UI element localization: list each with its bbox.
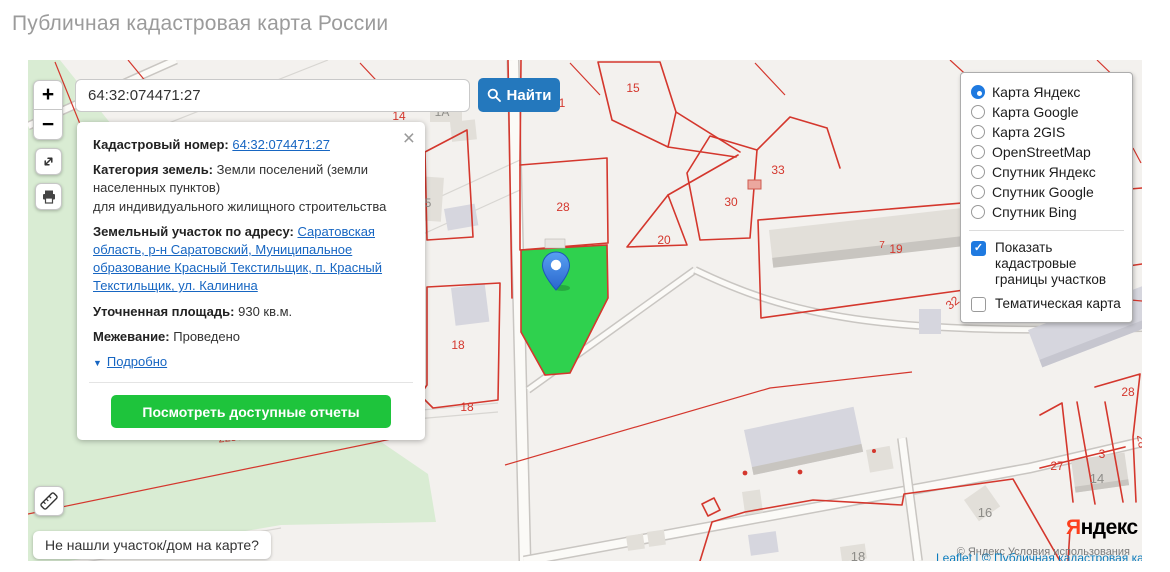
layer-options: Карта Яндекс Карта Google Карта 2GIS OpenSt… <box>971 82 1122 222</box>
radio-icon[interactable] <box>971 105 985 119</box>
layer-option-label: Карта Яндекс <box>992 84 1081 100</box>
radio-icon[interactable] <box>971 205 985 219</box>
radio-icon[interactable] <box>971 185 985 199</box>
layer-option-label: Спутник Bing <box>992 204 1077 220</box>
parcel-label: 15 <box>626 81 640 95</box>
yandex-logo-rest: ндекс <box>1080 516 1139 539</box>
measure-tool-button[interactable] <box>34 486 64 516</box>
checkbox-icon[interactable]: ✓ <box>971 241 986 256</box>
area-value: 930 кв.м. <box>238 303 293 319</box>
printer-icon <box>42 190 55 204</box>
parcel-label: 33 <box>771 163 785 177</box>
parcel-label: 30 <box>724 195 738 209</box>
layer-checkbox[interactable]: ✓ Показать кадастровые границы участков <box>971 240 1122 288</box>
yandex-logo[interactable]: Яндекс <box>1066 516 1138 540</box>
search-button-label: Найти <box>506 86 552 104</box>
parcel-label: 3 <box>1099 447 1106 461</box>
parcel-label: 27 <box>1050 459 1064 473</box>
ruler-icon <box>40 492 58 510</box>
zoom-controls: + − <box>33 80 63 140</box>
parcel-label: 7 <box>879 240 885 251</box>
search-input[interactable] <box>75 79 470 112</box>
layer-option[interactable]: Карта 2GIS <box>971 122 1122 142</box>
not-found-prompt[interactable]: Не нашли участок/дом на карте? <box>33 531 271 559</box>
building-label: 14 <box>1090 471 1104 486</box>
survey-label: Межевание: <box>93 328 170 344</box>
building-label: 18 <box>851 549 865 561</box>
zoom-out-button[interactable]: − <box>33 110 63 140</box>
parcel-label: 28 <box>1121 385 1135 399</box>
parcel-label: 28 <box>556 200 570 214</box>
small-building <box>544 238 566 249</box>
parcel-label: 19 <box>889 242 903 256</box>
view-reports-button[interactable]: Посмотреть доступные отчеты <box>111 395 391 429</box>
radio-icon[interactable] <box>971 145 985 159</box>
expand-icon <box>44 157 53 166</box>
building-label: 16 <box>978 505 992 520</box>
cadastral-number-label: Кадастровый номер: <box>93 137 229 152</box>
parcel-info-popup: × Кадастровый номер: 64:32:074471:27 Кат… <box>77 122 425 441</box>
chevron-down-icon: ▼ <box>93 357 102 368</box>
search-button[interactable]: Найти <box>478 78 560 112</box>
checkbox-label: Тематическая карта <box>995 295 1121 311</box>
popup-divider <box>89 382 413 384</box>
survey-value: Проведено <box>173 328 240 344</box>
print-button[interactable] <box>35 183 62 210</box>
layer-checkbox[interactable]: Тематическая карта <box>971 296 1122 312</box>
leaflet-attribution[interactable]: Leaflet | © Публичная кадастровая карта … <box>936 551 1142 561</box>
checkbox-label: Показать кадастровые границы участков <box>995 240 1107 287</box>
layer-option[interactable]: Карта Google <box>971 102 1122 122</box>
layer-option[interactable]: Карта Яндекс <box>971 82 1122 102</box>
building-label: 5 <box>425 196 432 210</box>
address-label: Земельный участок по адресу: <box>93 223 294 239</box>
checkbox-icon[interactable] <box>971 296 986 312</box>
layer-option-label: Карта 2GIS <box>992 124 1066 140</box>
layer-option[interactable]: Спутник Google <box>971 182 1122 202</box>
layer-option[interactable]: OpenStreetMap <box>971 142 1122 162</box>
radio-icon[interactable] <box>971 165 985 179</box>
parcel-label: 18 <box>451 338 465 352</box>
parcel-label: 20 <box>657 233 671 247</box>
zoom-in-button[interactable]: + <box>33 80 63 110</box>
layer-option-label: Карта Google <box>992 104 1079 120</box>
radio-icon[interactable] <box>971 125 985 139</box>
panel-divider <box>969 230 1124 231</box>
category-value2: для индивидуального жилищного строительс… <box>93 198 387 214</box>
cadastral-number-link[interactable]: 64:32:074471:27 <box>232 137 330 152</box>
radio-icon[interactable] <box>971 85 985 99</box>
layer-option[interactable]: Спутник Яндекс <box>971 162 1122 182</box>
search-icon <box>487 88 501 102</box>
layer-option-label: OpenStreetMap <box>992 144 1091 160</box>
close-icon[interactable]: × <box>403 128 415 149</box>
layer-option[interactable]: Спутник Bing <box>971 202 1122 222</box>
layer-checkboxes: ✓ Показать кадастровые границы участков Те… <box>971 240 1122 312</box>
details-toggle[interactable]: ▼ Подробно <box>93 353 409 371</box>
parcel-label: 18 <box>460 400 474 414</box>
fullscreen-button[interactable] <box>35 148 62 175</box>
map-container[interactable]: 1411528203033719321818225017728283271А51… <box>28 60 1142 561</box>
area-label: Уточненная площадь: <box>93 303 235 319</box>
category-label: Категория земель: <box>93 162 214 178</box>
layers-panel: Карта Яндекс Карта Google Карта 2GIS OpenSt… <box>960 72 1133 323</box>
yandex-logo-first: Я <box>1066 516 1081 539</box>
layer-option-label: Спутник Google <box>992 184 1094 200</box>
page-title: Публичная кадастровая карта России <box>12 12 389 35</box>
layer-option-label: Спутник Яндекс <box>992 164 1096 180</box>
details-link[interactable]: Подробно <box>107 354 167 369</box>
